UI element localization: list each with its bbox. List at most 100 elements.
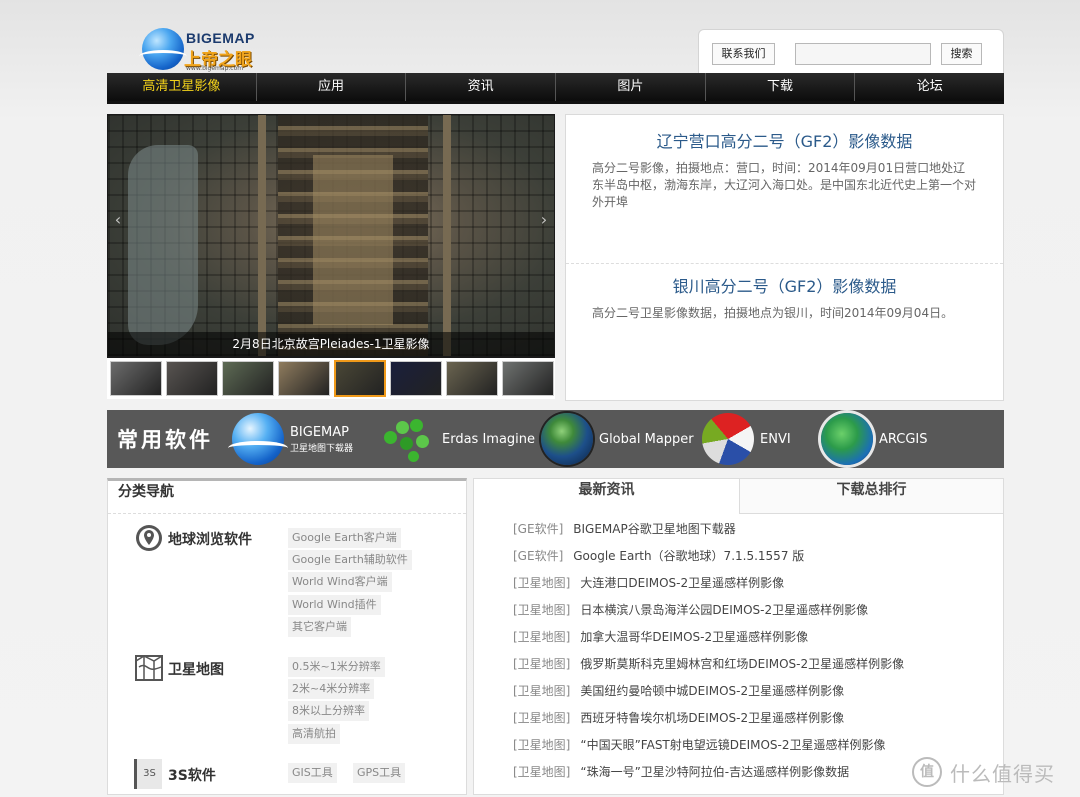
category-name[interactable]: 卫星地图 bbox=[168, 659, 224, 679]
news-item[interactable]: [卫星地图] 西班牙特鲁埃尔机场DEIMOS-2卫星遥感样例影像 bbox=[513, 709, 844, 726]
category-tag[interactable]: World Wind插件 bbox=[288, 595, 381, 615]
category-tag[interactable]: GPS工具 bbox=[353, 763, 406, 783]
nav-item-images[interactable]: 图片 bbox=[556, 73, 706, 101]
featured-desc: 高分二号卫星影像数据，拍摄地点为银川，时间2014年09月04日。 bbox=[592, 306, 954, 320]
slide-thumbnail[interactable] bbox=[333, 360, 386, 397]
software-envi[interactable]: ENVI bbox=[702, 412, 791, 466]
globe-pin-icon bbox=[136, 525, 162, 551]
news-category[interactable]: [卫星地图] bbox=[513, 657, 570, 671]
featured-desc: 高分二号影像，拍摄地点：营口，时间：2014年09月01日营口地处辽东半岛中枢，… bbox=[592, 161, 977, 209]
nav-item-news[interactable]: 资讯 bbox=[406, 73, 557, 101]
news-item[interactable]: [卫星地图] 日本横滨八景岛海洋公园DEIMOS-2卫星遥感样例影像 bbox=[513, 601, 868, 618]
category-tag[interactable]: World Wind客户端 bbox=[288, 572, 392, 592]
main-nav: 高清卫星影像 应用 资讯 图片 下载 论坛 bbox=[107, 73, 1004, 104]
news-category[interactable]: [GE软件] bbox=[513, 522, 563, 536]
watermark: 值 什么值得买 bbox=[912, 757, 1055, 787]
thumbnail-strip bbox=[107, 358, 555, 399]
category-name[interactable]: 地球浏览软件 bbox=[168, 529, 252, 549]
news-title[interactable]: “中国天眼”FAST射电望远镜DEIMOS-2卫星遥感样例影像 bbox=[580, 738, 885, 752]
tab-download-ranking[interactable]: 下载总排行 bbox=[739, 479, 1003, 514]
software-name: ENVI bbox=[760, 431, 791, 447]
news-item[interactable]: [GE软件] Google Earth（谷歌地球）7.1.5.1557 版 bbox=[513, 547, 804, 564]
news-title[interactable]: BIGEMAP谷歌卫星地图下载器 bbox=[573, 522, 735, 536]
category-tag[interactable]: Google Earth客户端 bbox=[288, 528, 401, 548]
erdas-icon bbox=[382, 413, 436, 465]
search-button[interactable]: 搜索 bbox=[941, 43, 982, 65]
watermark-badge-icon: 值 bbox=[912, 757, 942, 787]
news-category[interactable]: [卫星地图] bbox=[513, 576, 570, 590]
news-title[interactable]: 俄罗斯莫斯科克里姆林宫和红场DEIMOS-2卫星遥感样例影像 bbox=[580, 657, 904, 671]
news-item[interactable]: [卫星地图] 美国纽约曼哈顿中城DEIMOS-2卫星遥感样例影像 bbox=[513, 682, 844, 699]
news-category[interactable]: [卫星地图] bbox=[513, 603, 570, 617]
news-item[interactable]: [卫星地图] 俄罗斯莫斯科克里姆林宫和红场DEIMOS-2卫星遥感样例影像 bbox=[513, 655, 904, 672]
slide-thumbnail[interactable] bbox=[109, 361, 162, 396]
slide-thumbnail[interactable] bbox=[277, 361, 330, 396]
news-category[interactable]: [卫星地图] bbox=[513, 738, 570, 752]
software-global-mapper[interactable]: Global Mapper bbox=[541, 412, 694, 466]
global-mapper-globe-icon bbox=[541, 413, 593, 465]
news-category[interactable]: [卫星地图] bbox=[513, 711, 570, 725]
featured-news: 辽宁营口高分二号（GF2）影像数据 高分二号影像，拍摄地点：营口，时间：2014… bbox=[565, 114, 1004, 401]
featured-title[interactable]: 银川高分二号（GF2）影像数据 bbox=[566, 273, 1003, 297]
slide-thumbnail[interactable] bbox=[501, 361, 554, 396]
nav-item-download[interactable]: 下载 bbox=[706, 73, 856, 101]
news-item[interactable]: [卫星地图] 大连港口DEIMOS-2卫星遥感样例影像 bbox=[513, 574, 784, 591]
news-item[interactable]: [GE软件] BIGEMAP谷歌卫星地图下载器 bbox=[513, 520, 736, 537]
category-tag[interactable]: Google Earth辅助软件 bbox=[288, 550, 412, 570]
featured-item: 银川高分二号（GF2）影像数据 高分二号卫星影像数据，拍摄地点为银川，时间201… bbox=[566, 273, 1003, 322]
arcgis-globe-icon bbox=[821, 413, 873, 465]
category-tag[interactable]: 2米~4米分辨率 bbox=[288, 679, 375, 699]
news-title[interactable]: 美国纽约曼哈顿中城DEIMOS-2卫星遥感样例影像 bbox=[580, 684, 844, 698]
software-subtitle: 卫星地图下载器 bbox=[290, 443, 354, 454]
search-input[interactable] bbox=[795, 43, 931, 65]
category-tag[interactable]: 其它客户端 bbox=[288, 617, 351, 637]
software-name: BIGEMAP bbox=[290, 424, 349, 440]
slide-image[interactable] bbox=[108, 115, 554, 356]
divider bbox=[566, 263, 1003, 264]
prev-slide-icon[interactable]: ‹ bbox=[111, 206, 125, 234]
tab-latest-news[interactable]: 最新资讯 bbox=[474, 479, 739, 514]
category-tag[interactable]: GIS工具 bbox=[288, 763, 337, 783]
slide-thumbnail[interactable] bbox=[445, 361, 498, 396]
news-item[interactable]: [卫星地图] “中国天眼”FAST射电望远镜DEIMOS-2卫星遥感样例影像 bbox=[513, 736, 886, 753]
software-erdas[interactable]: Erdas Imagine bbox=[382, 412, 535, 466]
category-tag[interactable]: 8米以上分辨率 bbox=[288, 701, 369, 721]
news-title[interactable]: 日本横滨八景岛海洋公园DEIMOS-2卫星遥感样例影像 bbox=[580, 603, 868, 617]
news-title[interactable]: “珠海一号”卫星沙特阿拉伯-吉达遥感样例影像数据 bbox=[580, 765, 849, 779]
3s-icon: 3S bbox=[134, 759, 162, 789]
category-name[interactable]: 3S软件 bbox=[168, 765, 216, 785]
news-category[interactable]: [卫星地图] bbox=[513, 684, 570, 698]
news-title[interactable]: 加拿大温哥华DEIMOS-2卫星遥感样例影像 bbox=[580, 630, 808, 644]
news-title[interactable]: Google Earth（谷歌地球）7.1.5.1557 版 bbox=[573, 549, 804, 563]
news-title[interactable]: 大连港口DEIMOS-2卫星遥感样例影像 bbox=[580, 576, 784, 590]
category-tag[interactable]: 0.5米~1米分辨率 bbox=[288, 657, 385, 677]
news-item[interactable]: [卫星地图] “珠海一号”卫星沙特阿拉伯-吉达遥感样例影像数据 bbox=[513, 763, 849, 780]
software-name: ARCGIS bbox=[879, 431, 928, 447]
news-item[interactable]: [卫星地图] 加拿大温哥华DEIMOS-2卫星遥感样例影像 bbox=[513, 628, 808, 645]
banner-title: 常用软件 bbox=[117, 428, 213, 452]
software-arcgis[interactable]: ARCGIS bbox=[821, 412, 928, 466]
next-slide-icon[interactable]: › bbox=[537, 206, 551, 234]
bigemap-logo[interactable]: BIGEMAP 上帝之眼 www.bigemap.com bbox=[139, 28, 257, 74]
news-title[interactable]: 西班牙特鲁埃尔机场DEIMOS-2卫星遥感样例影像 bbox=[580, 711, 844, 725]
slide-thumbnail[interactable] bbox=[165, 361, 218, 396]
slide-thumbnail[interactable] bbox=[221, 361, 274, 396]
featured-item: 辽宁营口高分二号（GF2）影像数据 高分二号影像，拍摄地点：营口，时间：2014… bbox=[566, 128, 1003, 211]
featured-title[interactable]: 辽宁营口高分二号（GF2）影像数据 bbox=[566, 128, 1003, 152]
map-icon bbox=[135, 655, 163, 681]
news-category[interactable]: [卫星地图] bbox=[513, 630, 570, 644]
category-tag[interactable]: 高清航拍 bbox=[288, 724, 340, 744]
software-banner: 常用软件 BIGEMAP 卫星地图下载器 Erdas Imagine Global… bbox=[107, 410, 1004, 468]
slide-caption[interactable]: 2月8日北京故宫Pleiades-1卫星影像 bbox=[108, 332, 554, 356]
slide-thumbnail[interactable] bbox=[389, 361, 442, 396]
nav-item-forum[interactable]: 论坛 bbox=[855, 73, 1004, 101]
software-bigemap[interactable]: BIGEMAP 卫星地图下载器 bbox=[228, 412, 354, 466]
bigemap-globe-icon bbox=[228, 413, 288, 465]
news-category[interactable]: [GE软件] bbox=[513, 549, 563, 563]
nav-item-hd-imagery[interactable]: 高清卫星影像 bbox=[107, 73, 257, 101]
news-category[interactable]: [卫星地图] bbox=[513, 765, 570, 779]
contact-us-button[interactable]: 联系我们 bbox=[712, 43, 775, 65]
software-name: Global Mapper bbox=[599, 431, 694, 447]
news-panel: 最新资讯 下载总排行 [GE软件] BIGEMAP谷歌卫星地图下载器 [GE软件] G… bbox=[473, 478, 1004, 795]
nav-item-applications[interactable]: 应用 bbox=[257, 73, 407, 101]
